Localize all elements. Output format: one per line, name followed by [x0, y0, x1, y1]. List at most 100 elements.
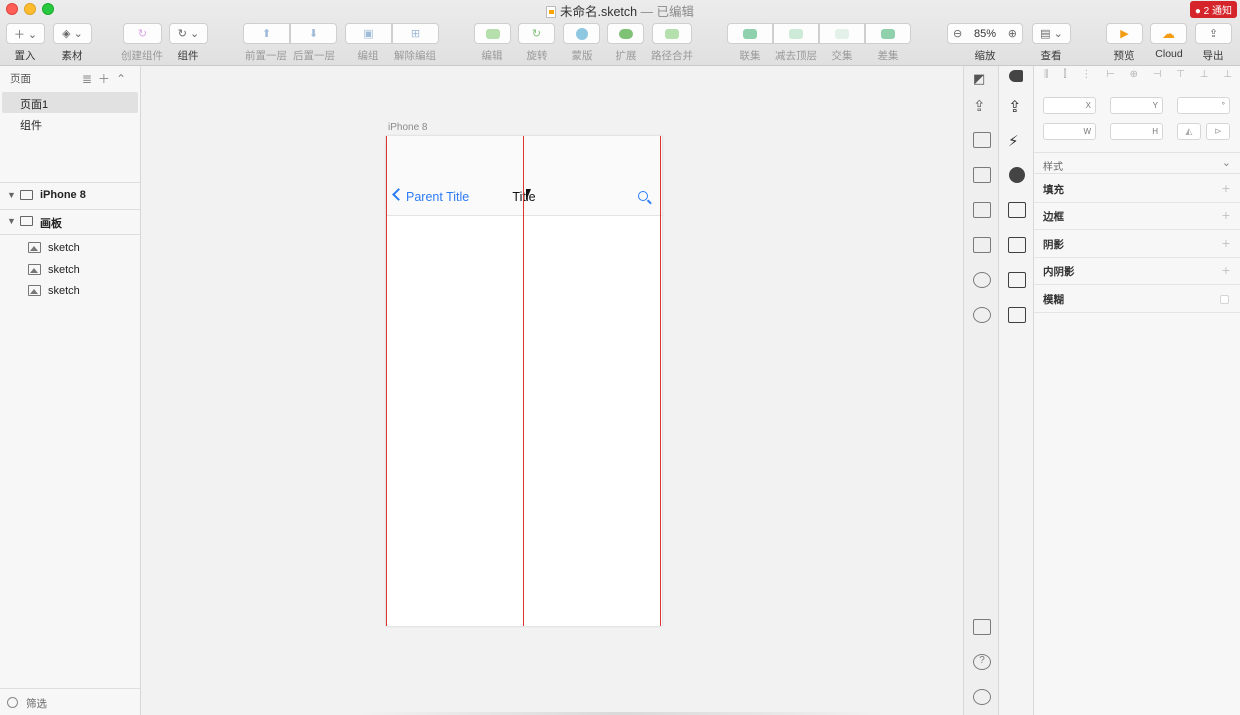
- send-backward-icon: ⬇: [308, 28, 319, 40]
- add-border-icon[interactable]: +: [1222, 207, 1230, 223]
- palette-icon[interactable]: [973, 272, 991, 288]
- disclosure-icon[interactable]: ▼: [7, 190, 16, 200]
- layer-image[interactable]: sketch: [0, 260, 140, 282]
- navigation-bar[interactable]: Parent Title Title: [386, 164, 662, 216]
- guide-line[interactable]: [523, 136, 524, 626]
- preview-button[interactable]: ▶: [1106, 23, 1143, 44]
- rotate-icon: ↻: [531, 28, 542, 40]
- x-field[interactable]: X: [1043, 97, 1096, 114]
- panel-icon[interactable]: [973, 202, 991, 218]
- zoom-in-icon[interactable]: ⊕: [1008, 27, 1017, 40]
- insert-button[interactable]: ＋ ⌄: [6, 23, 45, 44]
- chevron-down-icon: ⌄: [1221, 157, 1231, 169]
- collapse-icon[interactable]: ⌃: [116, 72, 132, 86]
- hexagon-icon[interactable]: [1009, 167, 1025, 183]
- artboard-label[interactable]: iPhone 8: [388, 122, 427, 133]
- add-fill-icon[interactable]: +: [1222, 180, 1230, 196]
- ruler-icon[interactable]: ◩: [973, 70, 991, 86]
- group-button[interactable]: ▣: [345, 23, 392, 44]
- add-image-icon[interactable]: [1008, 307, 1026, 323]
- add-shadow-icon[interactable]: +: [1222, 235, 1230, 251]
- blur-checkbox[interactable]: [1220, 295, 1229, 304]
- ungroup-button[interactable]: ⊞: [392, 23, 439, 44]
- notification-badge[interactable]: ● 2 通知: [1189, 1, 1237, 18]
- guide-line[interactable]: [386, 136, 387, 626]
- backward-button[interactable]: ⬇: [290, 23, 337, 44]
- guide-line[interactable]: [660, 136, 661, 626]
- shadow-row[interactable]: 阴影 +: [1034, 231, 1240, 258]
- union-button[interactable]: [727, 23, 773, 44]
- forward-button[interactable]: ⬆: [243, 23, 290, 44]
- page-item-symbols[interactable]: 组件: [2, 113, 138, 134]
- edit-button[interactable]: [474, 23, 511, 44]
- gift-icon[interactable]: [973, 619, 991, 635]
- assets-button[interactable]: ◈ ⌄: [53, 23, 92, 44]
- pages-header: 页面 ≣＋⌃: [0, 66, 140, 88]
- canvas[interactable]: iPhone 8 Parent Title Title: [141, 66, 963, 715]
- ungroup-label: 解除编组: [394, 50, 436, 62]
- resize-icon[interactable]: [973, 167, 991, 183]
- edit-shape-icon[interactable]: [1008, 272, 1026, 288]
- layer-image[interactable]: sketch: [0, 281, 140, 303]
- mouse-cursor: [526, 189, 536, 201]
- fill-row[interactable]: 填充 +: [1034, 176, 1240, 203]
- share-upload-icon[interactable]: ⇪: [1008, 97, 1026, 116]
- difference-button[interactable]: [865, 23, 911, 44]
- shape-icon[interactable]: [1009, 70, 1023, 82]
- layout-icon[interactable]: [973, 132, 991, 148]
- page-item-1[interactable]: 页面1: [2, 92, 138, 113]
- height-field[interactable]: H: [1110, 123, 1163, 140]
- image-icon: [28, 264, 41, 275]
- create-symbol-button[interactable]: ↻: [123, 23, 162, 44]
- alignment-toolbar[interactable]: ⫼ ⫿ ⋮ ⊢ ⊕ ⊣ ⊤ ⊥ ⊥: [1034, 66, 1240, 86]
- add-page-icon[interactable]: ＋: [98, 72, 116, 86]
- cloud-button[interactable]: ☁: [1150, 23, 1187, 44]
- flip-vertical-icon[interactable]: ⊳: [1206, 123, 1230, 140]
- flatten-button[interactable]: [652, 23, 692, 44]
- list-icon[interactable]: ≣: [82, 72, 98, 86]
- upload-icon[interactable]: ⇪: [973, 97, 991, 115]
- blur-row[interactable]: 模糊: [1034, 286, 1240, 313]
- search-icon[interactable]: [638, 191, 648, 201]
- settings-icon[interactable]: [973, 689, 991, 705]
- rotate-label: 旋转: [526, 50, 548, 62]
- symbol-button[interactable]: ↻ ⌄: [169, 23, 208, 44]
- status-bar: [386, 136, 662, 164]
- insert-label: 置入: [14, 50, 36, 62]
- layer-name: iPhone 8: [40, 189, 86, 201]
- list-layout-icon[interactable]: [1008, 202, 1026, 218]
- export-button[interactable]: ⇪: [1195, 23, 1232, 44]
- width-field[interactable]: W: [1043, 123, 1096, 140]
- disclosure-icon[interactable]: ▼: [7, 216, 16, 226]
- filter-bar[interactable]: 筛选: [0, 688, 140, 715]
- y-field[interactable]: Y: [1110, 97, 1163, 114]
- mask-button[interactable]: [563, 23, 600, 44]
- zoom-out-icon[interactable]: ⊖: [953, 27, 962, 40]
- view-button[interactable]: ▤ ⌄: [1032, 23, 1071, 44]
- share-icon: ⇪: [1208, 28, 1219, 40]
- scale-button[interactable]: [607, 23, 644, 44]
- layer-artboard-iphone8[interactable]: ▼ iPhone 8: [0, 185, 140, 207]
- flip-horizontal-icon[interactable]: ◭: [1177, 123, 1201, 140]
- border-row[interactable]: 边框 +: [1034, 203, 1240, 230]
- add-inner-shadow-icon[interactable]: +: [1222, 262, 1230, 278]
- subtract-icon: [789, 28, 803, 39]
- help-icon[interactable]: ?: [973, 654, 991, 670]
- divider: [0, 182, 140, 183]
- subtract-button[interactable]: [773, 23, 819, 44]
- zoom-value[interactable]: 85%: [974, 28, 996, 40]
- lightning-icon[interactable]: ⚡: [1008, 132, 1026, 150]
- rotate-button[interactable]: ↻: [518, 23, 555, 44]
- flatten-icon: [665, 28, 679, 39]
- artboard[interactable]: Parent Title Title: [386, 136, 662, 626]
- layer-artboard-huaban[interactable]: ▼ 画板: [0, 211, 140, 233]
- component-icon[interactable]: [973, 237, 991, 253]
- intersect-button[interactable]: [819, 23, 865, 44]
- inner-shadow-row[interactable]: 内阴影 +: [1034, 258, 1240, 285]
- blur-label: 模糊: [1043, 294, 1064, 306]
- layer-image[interactable]: sketch: [0, 238, 140, 260]
- pie-chart-icon[interactable]: [973, 307, 991, 323]
- align-grid-icon[interactable]: [1008, 237, 1026, 253]
- style-header[interactable]: 样式 ⌄: [1034, 152, 1240, 174]
- rotation-field[interactable]: °: [1177, 97, 1230, 114]
